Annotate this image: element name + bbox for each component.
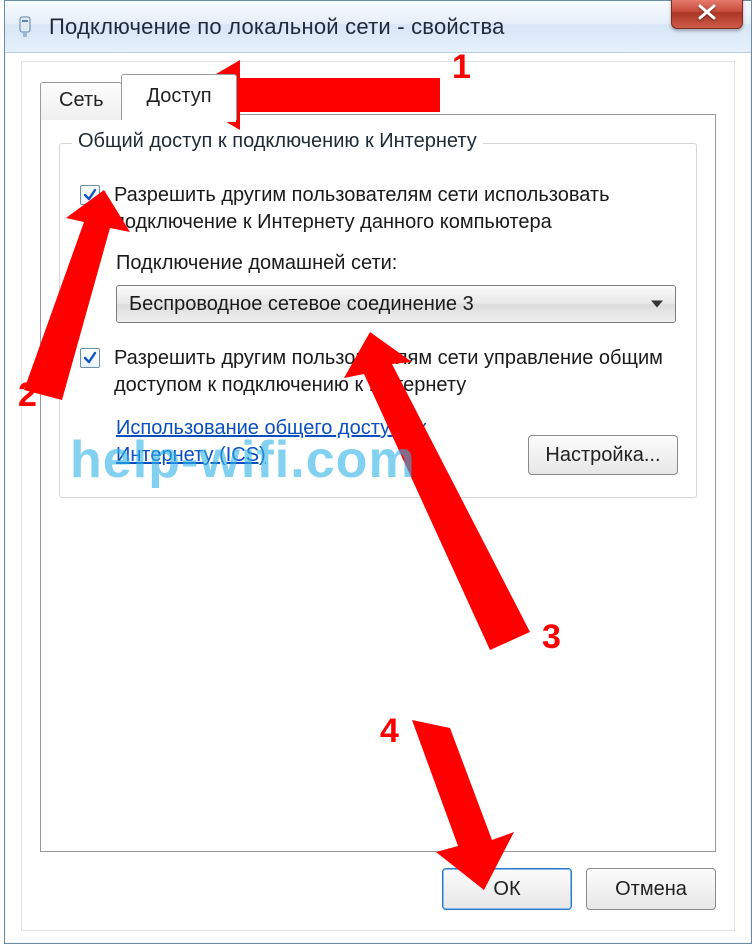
link-ics-help[interactable]: Использование общего доступа к Интернету… [116,415,476,469]
checkbox-allow-control[interactable] [80,348,100,368]
button-label: Отмена [615,878,687,900]
button-label: Настройка... [545,444,660,466]
dialog-button-row: ОК Отмена [442,868,716,910]
chevron-down-icon [651,301,663,308]
tab-panel-access: Общий доступ к подключению к Интернету Р… [40,114,716,852]
label-allow-share: Разрешить другим пользователям сети испо… [114,182,676,236]
window-title: Подключение по локальной сети - свойства [49,14,505,40]
row-allow-control: Разрешить другим пользователям сети упра… [80,345,676,399]
label-allow-control: Разрешить другим пользователям сети упра… [114,345,676,399]
tab-label: Сеть [59,89,103,111]
ok-button[interactable]: ОК [442,868,572,910]
home-connection-block: Подключение домашней сети: Беспроводное … [116,252,676,323]
group-internet-sharing: Общий доступ к подключению к Интернету Р… [59,143,697,498]
title-bar: Подключение по локальной сети - свойства [5,1,751,53]
cancel-button[interactable]: Отмена [586,868,716,910]
network-adapter-icon [15,14,35,40]
client-area: Сеть Доступ Общий доступ к подключению к… [21,61,735,931]
tab-access[interactable]: Доступ [121,74,236,120]
tab-label: Доступ [146,85,211,107]
close-button[interactable] [671,0,743,29]
combo-home-connection[interactable]: Беспроводное сетевое соединение 3 [116,285,676,323]
row-allow-share: Разрешить другим пользователям сети испо… [80,182,676,236]
combo-value: Беспроводное сетевое соединение 3 [129,293,474,316]
tab-strip: Сеть Доступ [40,74,236,120]
group-legend: Общий доступ к подключению к Интернету [72,130,483,153]
checkbox-allow-share[interactable] [80,185,100,205]
tab-network[interactable]: Сеть [40,82,122,120]
label-home-connection: Подключение домашней сети: [116,252,676,275]
properties-dialog: Подключение по локальной сети - свойства… [4,0,752,944]
settings-button[interactable]: Настройка... [528,435,678,475]
button-label: ОК [493,878,520,900]
